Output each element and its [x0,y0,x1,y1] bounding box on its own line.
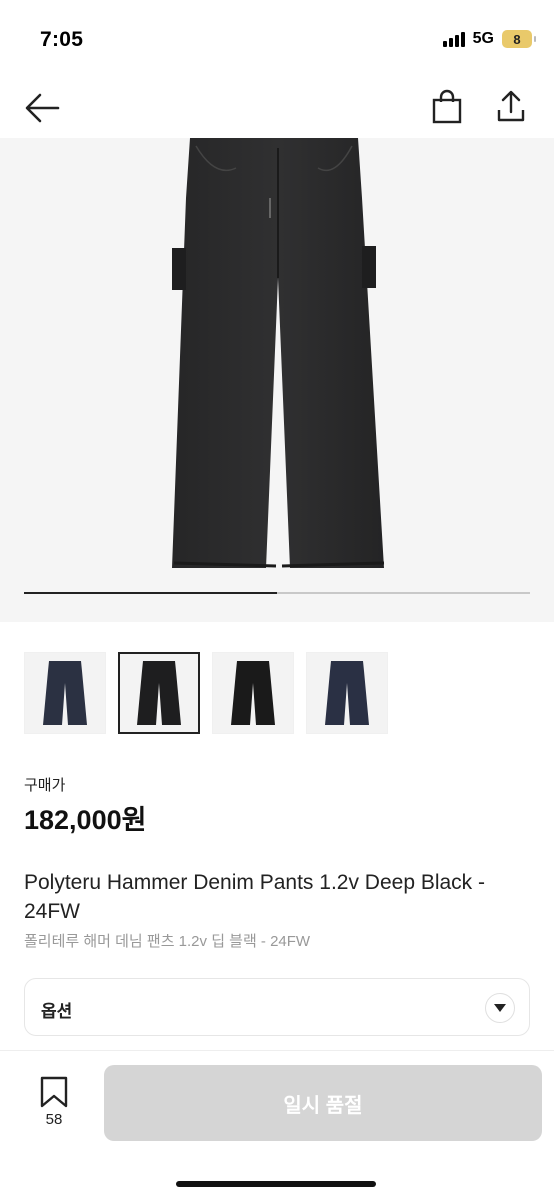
thumbnail-strip [24,652,388,734]
options-label: 옵션 [41,1002,73,1021]
soldout-button[interactable]: 일시 품절 [104,1065,542,1141]
chevron-down-icon[interactable] [485,993,515,1023]
options-select[interactable]: 옵션 [24,978,530,1036]
bottom-action-bar: 58 일시 품절 [0,1050,554,1200]
carousel-progress-fill [24,592,277,594]
network-type: 5G [472,30,494,47]
product-title: Polyteru Hammer Denim Pants 1.2v Deep Bl… [24,871,486,923]
bookmark-icon [40,1076,68,1108]
thumbnail-image [137,661,181,725]
home-indicator [176,1181,376,1187]
status-bar: 7:05 5G 8 [0,0,554,80]
price-value: 182,000원 [24,805,147,835]
price-label: 구매가 [24,777,66,794]
thumbnail-image [231,661,275,725]
back-arrow-icon[interactable] [24,92,60,124]
product-image [172,138,385,568]
thumbnail-image [43,661,87,725]
thumbnail-image [325,661,369,725]
product-image-carousel[interactable] [0,138,554,622]
bookmark-count: 58 [45,1111,63,1128]
status-indicators: 5G 8 [442,30,536,48]
bookmark-button[interactable]: 58 [34,1075,74,1135]
battery-level: 8 [513,31,521,47]
thumbnail-1[interactable] [24,652,106,734]
thumbnail-3[interactable] [212,652,294,734]
status-time: 7:05 [40,28,84,51]
thumbnail-2[interactable] [118,652,200,734]
signal-icon [442,31,465,47]
product-subtitle: 폴리테루 해머 데님 팬츠 1.2v 딥 블랙 - 24FW [24,933,311,950]
top-nav [0,80,554,138]
battery-icon: 8 [502,30,536,48]
carousel-progress [24,592,530,594]
share-icon[interactable] [494,88,528,124]
thumbnail-4[interactable] [306,652,388,734]
shopping-bag-icon[interactable] [430,88,464,124]
